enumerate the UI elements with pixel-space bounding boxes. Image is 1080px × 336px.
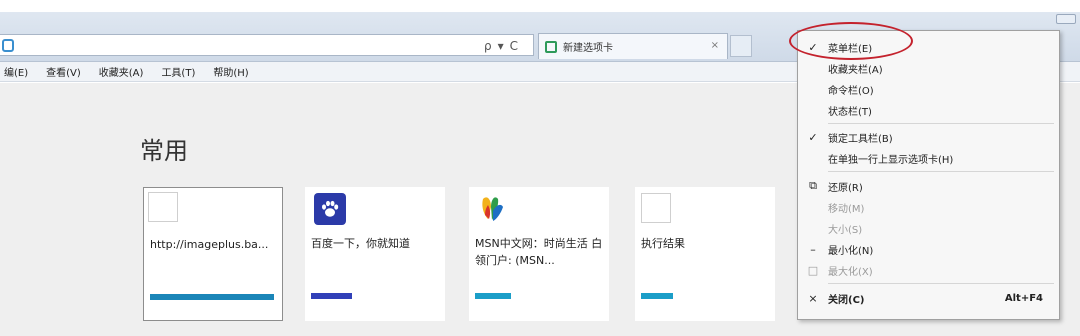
menu-item-command-bar[interactable]: 命令栏(O) [798,79,1059,99]
tile-label: MSN中文网：时尚生活 白领门户: (MSN... [475,237,603,267]
site-tile[interactable]: MSN中文网：时尚生活 白领门户: (MSN... [469,187,609,321]
restore-icon: ⧉ [809,179,817,192]
menu-item-status-bar[interactable]: 状态栏(T) [798,100,1059,120]
site-tile[interactable]: http://imageplus.ba... [143,187,283,321]
new-tab-button[interactable] [730,35,752,57]
menu-item-minimize[interactable]: – 最小化(N) [798,239,1059,259]
menu-item-label: 最小化(N) [828,245,874,257]
close-icon[interactable]: × [711,40,719,51]
shortcut-label: Alt+F4 [1004,292,1043,304]
highlight-annotation [789,22,913,60]
menu-item-label: 状态栏(T) [828,106,872,118]
maximize-icon: □ [807,263,819,277]
minimize-icon: – [810,242,816,256]
msn-butterfly-icon [482,197,503,221]
site-tile[interactable]: 百度一下，你就知道 [305,187,445,321]
page-icon [2,39,14,52]
tile-activity-bar [475,293,511,299]
menu-item-restore[interactable]: ⧉ 还原(R) [798,176,1059,196]
blank-page-icon [148,192,178,222]
tile-label: 执行结果 [641,237,685,250]
menu-item-maximize: □ 最大化(X) [798,260,1059,280]
close-icon: × [808,291,818,305]
menu-item-label: 在单独一行上显示选项卡(H) [828,154,954,166]
menu-help[interactable]: 帮助(H) [213,64,248,79]
menu-item-tabs-separate-row[interactable]: 在单独一行上显示选项卡(H) [798,148,1059,168]
menu-separator [828,171,1054,172]
tab-title: 新建选项卡 [563,43,613,54]
menu-item-label: 收藏夹栏(A) [828,64,883,76]
menu-separator [828,123,1054,124]
context-menu: ✓ 菜单栏(E) 收藏夹栏(A) 命令栏(O) 状态栏(T) ✓ 锁定工具栏(B… [797,30,1060,320]
tile-activity-bar [311,293,352,299]
search-icon[interactable]: ρ [484,39,492,53]
window-corner-control[interactable] [1056,14,1076,24]
baidu-paw-icon [314,193,346,225]
checkmark-icon: ✓ [808,130,818,144]
menu-item-label: 命令栏(O) [828,85,874,97]
address-tools: ρ ▾ C [484,38,518,54]
menu-item-label: 还原(R) [828,182,863,194]
menu-view[interactable]: 查看(V) [46,64,81,79]
menu-item-label: 大小(S) [828,224,863,236]
tile-activity-bar [641,293,673,299]
menu-favorites[interactable]: 收藏夹(A) [99,64,144,79]
menu-tools[interactable]: 工具(T) [161,64,195,79]
tab-page-icon [545,40,557,53]
tile-activity-bar [150,294,274,300]
menu-item-label: 移动(M) [828,203,865,215]
tab-new-tab[interactable]: 新建选项卡 × [538,33,728,59]
menu-edit[interactable]: 编(E) [4,64,28,79]
site-tile[interactable]: 执行结果 [635,187,775,321]
menu-item-size: 大小(S) [798,218,1059,238]
menu-item-label: 最大化(X) [828,266,873,278]
refresh-icon[interactable]: C [510,39,518,53]
menu-item-label: 锁定工具栏(B) [828,133,893,145]
tile-label: 百度一下，你就知道 [311,237,410,250]
menu-item-lock-toolbars[interactable]: ✓ 锁定工具栏(B) [798,127,1059,147]
blank-page-icon [641,193,671,223]
menu-separator [828,283,1054,284]
menu-item-close[interactable]: × 关闭(C) Alt+F4 [798,288,1059,308]
menu-item-favorites-bar[interactable]: 收藏夹栏(A) [798,58,1059,78]
menu-item-move: 移动(M) [798,197,1059,217]
page-title: 常用 [140,137,188,165]
dropdown-icon[interactable]: ▾ [498,39,504,53]
address-bar[interactable]: ρ ▾ C [0,34,534,56]
tile-label: http://imageplus.ba... [150,238,269,251]
